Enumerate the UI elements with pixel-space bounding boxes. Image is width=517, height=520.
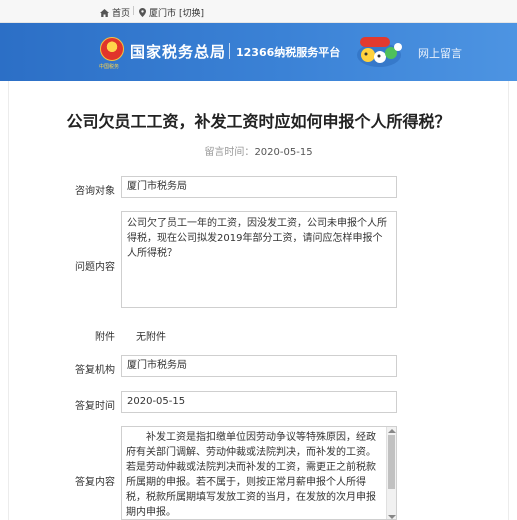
reply-scrollbar[interactable] [386, 427, 396, 519]
consult-target-label: 咨询对象 [75, 186, 115, 197]
reply-org-label: 答复机构 [75, 365, 115, 376]
page: 首页 | 厦门市 [切换] 中国税务 国家税务总局 12366纳税服务平台 网上… [0, 0, 517, 520]
reply-content-label: 答复内容 [75, 477, 115, 488]
mascot-illustration-icon [357, 37, 402, 67]
online-message-link[interactable]: 网上留言 [418, 45, 462, 61]
top-nav-bar: 首页 | 厦门市 [切换] [0, 0, 517, 23]
question-content-field: 公司欠了员工一年的工资，因没发工资，公司未申报个人所得税，现在公司拟发2019年… [121, 211, 397, 308]
reply-content-field[interactable]: 补发工资是指扣缴单位因劳动争议等特殊原因，经政府有关部门调解、劳动仲裁或法院判决… [121, 426, 397, 520]
reply-time-label: 答复时间 [75, 401, 115, 412]
switch-city-link[interactable]: [切换] [179, 6, 204, 19]
reply-time-field: 2020-05-15 [121, 391, 397, 413]
emblem-caption: 中国税务 [99, 64, 120, 70]
home-icon [100, 8, 109, 17]
nav-divider: | [132, 6, 136, 16]
question-content-label: 问题内容 [75, 262, 115, 273]
home-link[interactable]: 首页 [100, 6, 130, 19]
date-value: 2020-05-15 [254, 147, 313, 158]
date-label: 留言时间： [204, 147, 255, 158]
consult-target-field: 厦门市税务局 [121, 176, 397, 198]
header-banner: 中国税务 国家税务总局 12366纳税服务平台 网上留言 [0, 23, 517, 81]
reply-content-text: 补发工资是指扣缴单位因劳动争议等特殊原因，经政府有关部门调解、劳动仲裁或法院判决… [126, 432, 376, 518]
tax-emblem-icon [100, 37, 124, 61]
scroll-down-icon[interactable] [388, 515, 396, 519]
title-divider [229, 43, 230, 59]
message-date: 留言时间：2020-05-15 [0, 143, 517, 158]
location-selector[interactable]: 厦门市 [切换] [139, 6, 204, 19]
location-pin-icon [139, 8, 146, 17]
location-label: 厦门市 [149, 9, 177, 19]
reply-org-field: 厦门市税务局 [121, 355, 397, 377]
scroll-up-icon[interactable] [388, 429, 396, 433]
scrollbar-thumb[interactable] [388, 435, 395, 489]
attachment-value: 无附件 [136, 332, 166, 343]
site-title[interactable]: 国家税务总局 [130, 41, 226, 62]
attachment-label: 附件 [95, 332, 115, 343]
question-title: 公司欠员工工资，补发工资时应如何申报个人所得税？ [66, 112, 451, 131]
platform-subtitle: 12366纳税服务平台 [236, 46, 341, 59]
home-label[interactable]: 首页 [112, 6, 130, 19]
